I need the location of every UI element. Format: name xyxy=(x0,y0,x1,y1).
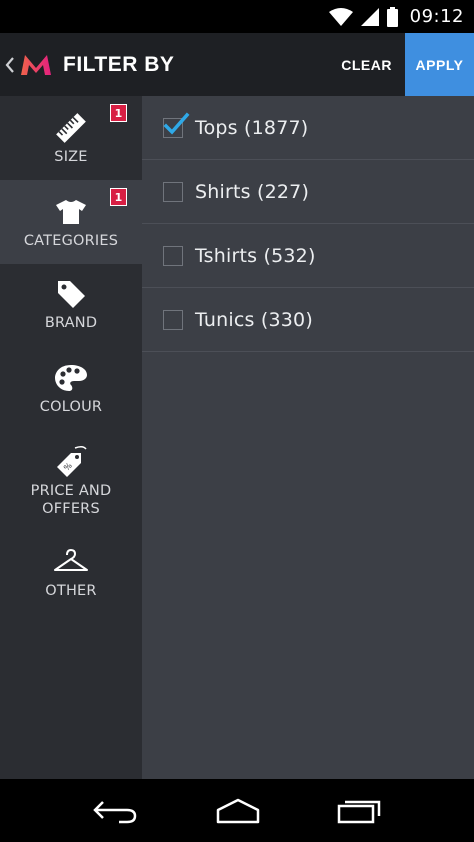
sidebar-item-price-and-offers[interactable]: % PRICE AND OFFERS xyxy=(0,432,142,532)
page-title: FILTER BY xyxy=(63,52,175,76)
wifi-icon xyxy=(328,7,353,26)
sidebar-item-label: BRAND xyxy=(44,315,98,331)
option-label: Tshirts (532) xyxy=(195,244,316,267)
palette-icon xyxy=(54,358,88,398)
chevron-left-icon xyxy=(5,56,14,73)
sidebar-item-label: OTHER xyxy=(45,583,97,599)
categories-selected-count-badge: 1 xyxy=(110,188,127,206)
option-label: Tunics (330) xyxy=(195,308,313,331)
tag-icon xyxy=(55,274,87,314)
sidebar-item-colour[interactable]: COLOUR xyxy=(0,348,142,432)
option-row-shirts[interactable]: Shirts (227) xyxy=(142,160,474,224)
status-bar: 09:12 xyxy=(0,0,474,33)
back-button[interactable] xyxy=(0,33,53,96)
checkmark-icon xyxy=(163,112,190,135)
sidebar-item-label: COLOUR xyxy=(39,399,103,415)
system-nav-bar xyxy=(0,779,474,842)
option-label: Tops (1877) xyxy=(195,116,309,139)
action-bar: FILTER BY CLEAR APPLY xyxy=(0,33,474,96)
filter-sidebar: SIZE 1 CATEGORIES 1 BRAND COLOUR % PRICE… xyxy=(0,96,142,779)
sidebar-item-label: CATEGORIES xyxy=(23,233,119,249)
sidebar-item-label: SIZE xyxy=(54,149,88,165)
signal-icon xyxy=(360,7,379,26)
myntra-logo-icon xyxy=(21,54,51,75)
ruler-icon xyxy=(54,108,88,148)
sidebar-item-other[interactable]: OTHER xyxy=(0,532,142,616)
price-tag-icon: % xyxy=(53,442,89,482)
hanger-icon xyxy=(53,542,89,582)
clear-button[interactable]: CLEAR xyxy=(328,33,405,96)
sidebar-item-brand[interactable]: BRAND xyxy=(0,264,142,348)
battery-icon xyxy=(386,6,398,27)
category-options-list: Tops (1877) Shirts (227) Tshirts (532) T… xyxy=(142,96,474,779)
option-row-tunics[interactable]: Tunics (330) xyxy=(142,288,474,352)
checkbox[interactable] xyxy=(163,112,190,138)
option-row-tshirts[interactable]: Tshirts (532) xyxy=(142,224,474,288)
status-time: 09:12 xyxy=(409,6,464,27)
option-label: Shirts (227) xyxy=(195,180,310,203)
nav-home-icon[interactable] xyxy=(214,798,262,824)
sidebar-item-label: PRICE AND OFFERS xyxy=(30,483,112,517)
nav-back-icon[interactable] xyxy=(92,798,139,824)
checkbox[interactable] xyxy=(163,181,183,202)
option-row-tops[interactable]: Tops (1877) xyxy=(142,96,474,160)
checkbox[interactable] xyxy=(163,309,183,330)
nav-recents-icon[interactable] xyxy=(337,798,381,824)
checkbox[interactable] xyxy=(163,245,183,266)
apply-button[interactable]: APPLY xyxy=(405,33,474,96)
size-selected-count-badge: 1 xyxy=(110,104,127,122)
tshirt-icon xyxy=(55,192,87,232)
